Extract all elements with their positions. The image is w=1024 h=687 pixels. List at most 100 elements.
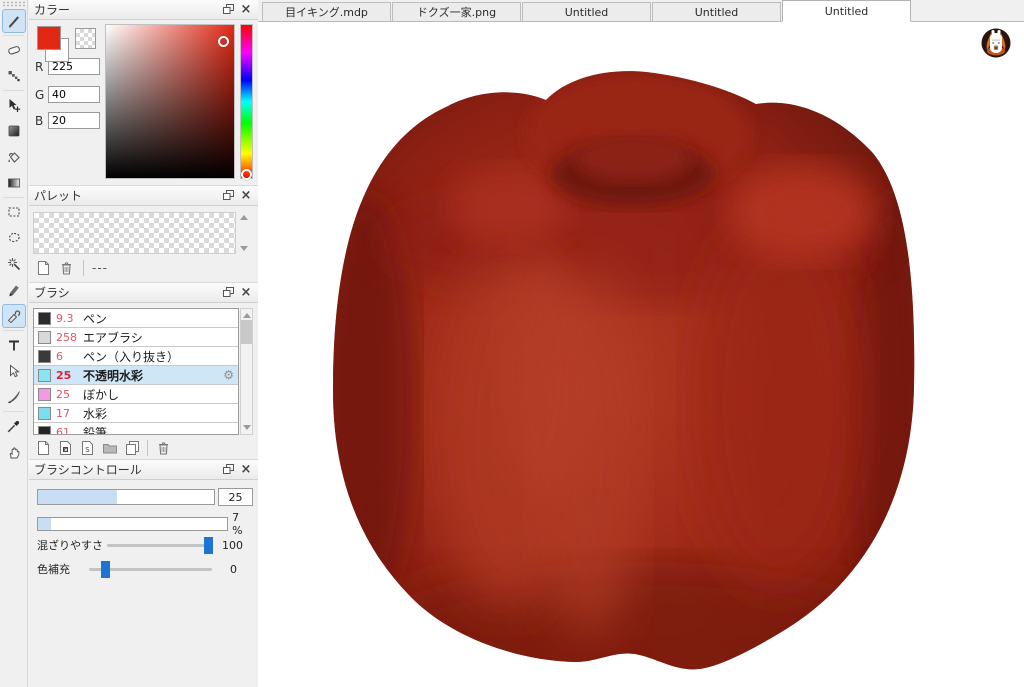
gradient-tool-icon [6,175,22,191]
brush-list-item[interactable]: 25 ぼかし [34,385,238,404]
fill-tool[interactable] [2,119,26,143]
palette-panel: パレット × --- [29,186,258,283]
gradient-tool[interactable] [2,171,26,195]
scrollbar-thumb[interactable] [241,320,252,344]
brush-color-swatch [38,407,51,420]
brush-size: 17 [56,407,83,420]
move-tool-icon [6,97,22,113]
bucket-tool-icon [6,149,22,165]
delete-color-icon[interactable] [58,259,75,276]
brush-name: ペン [83,310,238,327]
color-refill-slider-handle[interactable] [101,561,110,578]
brush-settings-icon[interactable]: ⚙ [223,368,234,382]
eyedropper-tool[interactable] [2,414,26,438]
divide-tool-icon [6,389,22,405]
brush-list-item[interactable]: 6 ペン（入り抜き） [34,347,238,366]
brush-color-swatch [38,312,51,325]
scroll-up-icon[interactable] [240,215,248,220]
select-eraser-tool[interactable] [2,304,26,328]
select-pen-tool-icon [6,282,22,298]
saturation-value-picker[interactable] [105,24,235,179]
apple-artwork [258,22,1024,687]
drawing-canvas[interactable] [258,22,1024,687]
close-panel-icon[interactable]: × [239,286,253,300]
document-tab-2[interactable]: ドクズ一家.png [392,2,521,21]
hand-tool[interactable] [2,440,26,464]
add-bitmap-brush-icon[interactable] [57,439,74,456]
rect-select-tool[interactable] [2,200,26,224]
add-script-brush-icon[interactable]: S [79,439,96,456]
blue-value-input[interactable] [48,112,100,129]
close-panel-icon[interactable]: × [239,463,253,477]
color-refill-label: 色補充 [37,561,89,577]
add-brush-icon[interactable] [35,439,52,456]
move-tool[interactable] [2,93,26,117]
brush-panel: ブラシ × 9.3 ペン 258 エアブラシ 6 ペン（入り抜き） [29,283,258,460]
brush-name: エアブラシ [83,329,238,346]
brush-list-item[interactable]: 17 水彩 [34,404,238,423]
scroll-down-icon[interactable] [240,246,248,251]
sv-cursor[interactable] [218,36,229,47]
brush-size: 258 [56,331,83,344]
mixing-slider[interactable] [107,544,212,547]
color-panel-header: カラー × [29,0,258,20]
brush-list-item-selected[interactable]: 25 不透明水彩 ⚙ [34,366,238,385]
blue-label: B [35,114,48,128]
document-tab-5-active[interactable]: Untitled [782,0,911,22]
close-panel-icon[interactable]: × [239,189,253,203]
foreground-color-swatch[interactable] [37,26,61,50]
green-value-input[interactable] [48,86,100,103]
brush-size-bar[interactable] [37,489,215,505]
operation-tool[interactable] [2,359,26,383]
scroll-up-icon[interactable] [243,313,251,318]
brush-panel-header: ブラシ × [29,283,258,303]
bucket-tool[interactable] [2,145,26,169]
brush-size: 25 [56,369,83,382]
brush-list-scrollbar[interactable] [240,308,253,435]
document-tab-3[interactable]: Untitled [522,2,651,21]
scroll-down-icon[interactable] [243,425,251,430]
float-panel-icon[interactable] [221,189,235,203]
brush-list-item[interactable]: 61 鉛筆 [34,423,238,435]
delete-brush-icon[interactable] [155,439,172,456]
lasso-tool-icon [6,230,22,246]
text-tool[interactable] [2,333,26,357]
hue-cursor[interactable] [241,169,252,180]
transparent-color-swatch[interactable] [75,28,96,49]
mixing-value: 100 [222,539,243,552]
duplicate-brush-icon[interactable] [123,439,140,456]
brush-size-value[interactable]: 25 [218,488,253,506]
brush-name: ぼかし [83,386,238,403]
palette-color-grid[interactable] [33,212,236,254]
brush-folder-icon[interactable] [101,439,118,456]
divide-tool[interactable] [2,385,26,409]
magic-wand-tool[interactable] [2,252,26,276]
float-panel-icon[interactable] [221,463,235,477]
brush-list-item[interactable]: 9.3 ペン [34,309,238,328]
brush-opacity-value: 7 % [232,511,253,537]
color-refill-slider[interactable] [89,568,212,571]
close-panel-icon[interactable]: × [239,3,253,17]
float-panel-icon[interactable] [221,3,235,17]
float-panel-icon[interactable] [221,286,235,300]
brush-tool[interactable] [2,9,26,33]
add-color-icon[interactable] [35,259,52,276]
mixing-slider-handle[interactable] [204,537,213,554]
brush-control-panel: ブラシコントロール × 25 7 % 混ざりやすさ 100 [29,460,258,592]
document-tab-4[interactable]: Untitled [652,2,781,21]
green-label: G [35,88,48,102]
brush-list-item[interactable]: 258 エアブラシ [34,328,238,347]
toolbar-grip[interactable] [2,1,25,7]
brush-control-header: ブラシコントロール × [29,460,258,480]
document-tab-1[interactable]: 目イキング.mdp [262,2,391,21]
palette-scroll[interactable] [238,212,250,254]
smudge-tool[interactable] [2,64,26,88]
brush-size: 61 [56,426,83,436]
smudge-tool-icon [6,68,22,84]
brush-opacity-bar[interactable] [37,517,228,531]
lasso-tool[interactable] [2,226,26,250]
color-refill-value: 0 [230,563,237,576]
select-pen-tool[interactable] [2,278,26,302]
hue-slider[interactable] [240,24,253,179]
eraser-tool[interactable] [2,38,26,62]
